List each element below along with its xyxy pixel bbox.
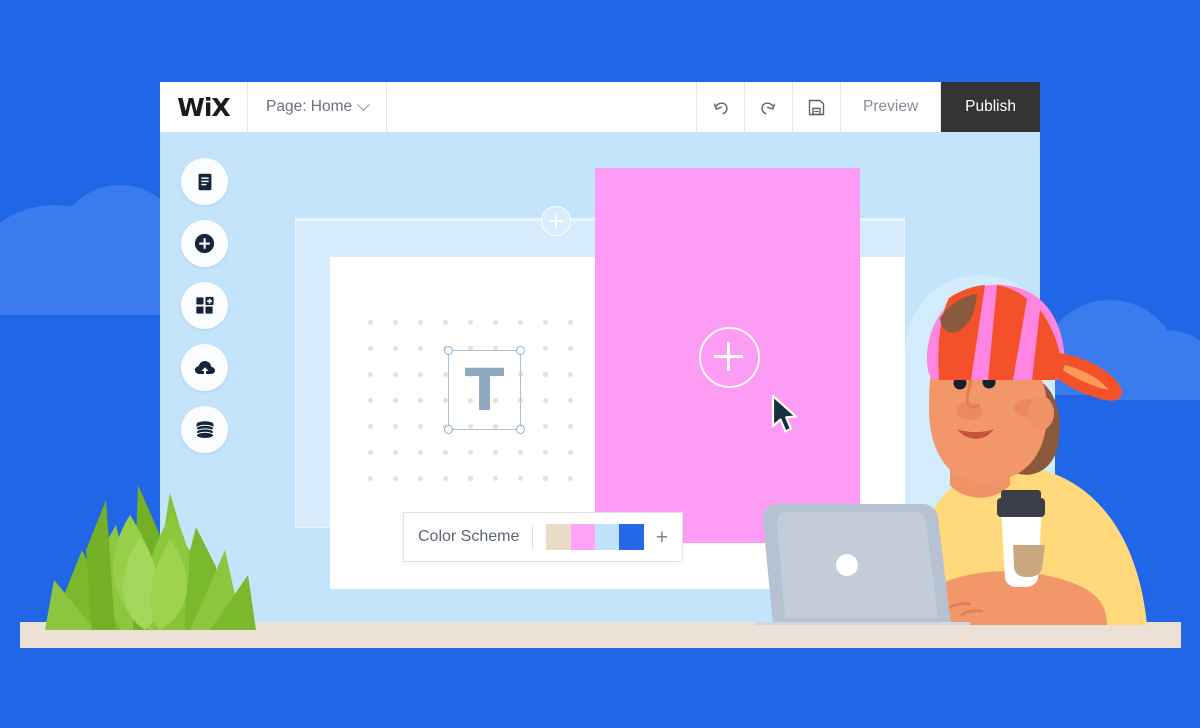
chevron-down-icon — [357, 97, 371, 111]
color-swatch-blue[interactable] — [619, 524, 644, 550]
grid-dot — [418, 346, 423, 351]
document-pages-icon — [198, 173, 211, 190]
preview-button[interactable]: Preview — [841, 82, 942, 132]
color-scheme-panel[interactable]: Color Scheme + — [403, 512, 683, 562]
ear — [1028, 396, 1054, 430]
grid-dot — [568, 424, 573, 429]
grid-dot — [393, 476, 398, 481]
grid-dot — [543, 476, 548, 481]
sidebar-item-content[interactable] — [181, 406, 228, 453]
grid-dot — [418, 476, 423, 481]
grid-plus-icon — [196, 296, 214, 314]
grid-dot — [418, 398, 423, 403]
editor-sidebar — [181, 158, 228, 453]
wix-logo[interactable]: WiX — [160, 82, 248, 132]
cloud-shape — [0, 235, 180, 315]
grid-dot — [418, 372, 423, 377]
editor-toolbar: WiX Page: Home Preview Publish — [160, 82, 1040, 132]
grid-dot — [368, 398, 373, 403]
toolbar-spacer — [387, 82, 698, 132]
sidebar-item-apps[interactable] — [181, 282, 228, 329]
grid-dot — [493, 320, 498, 325]
resize-handle-tr[interactable] — [516, 346, 525, 355]
page-selector[interactable]: Page: Home — [248, 82, 388, 132]
color-swatch-pink[interactable] — [570, 524, 595, 550]
grid-dot — [368, 372, 373, 377]
resize-handle-bl[interactable] — [444, 425, 453, 434]
publish-button-label: Publish — [965, 98, 1016, 115]
grid-dot — [418, 424, 423, 429]
grid-dot — [518, 450, 523, 455]
grid-dot — [518, 476, 523, 481]
plant-illustration — [45, 485, 256, 630]
grid-dot — [393, 320, 398, 325]
grid-dot — [368, 424, 373, 429]
resize-handle-br[interactable] — [516, 425, 525, 434]
grid-dot — [368, 320, 373, 325]
color-swatch-light-blue[interactable] — [594, 524, 620, 550]
grid-dot — [568, 372, 573, 377]
undo-arrow-icon — [713, 102, 728, 114]
grid-dot — [393, 346, 398, 351]
grid-dot — [443, 450, 448, 455]
grid-dot — [493, 476, 498, 481]
grid-dot — [543, 372, 548, 377]
grid-dot — [443, 320, 448, 325]
grid-dot — [393, 424, 398, 429]
grid-dot — [368, 450, 373, 455]
plus-circle-icon — [194, 233, 215, 254]
grid-dot — [543, 320, 548, 325]
floppy-disk-icon — [808, 99, 825, 115]
laptop-illustration — [755, 504, 970, 625]
screenshot-root: WiX Page: Home Preview Publish T Color S… — [0, 0, 1200, 728]
save-button[interactable] — [793, 82, 842, 132]
grid-dot — [393, 372, 398, 377]
sidebar-item-add[interactable] — [181, 220, 228, 267]
redo-button[interactable] — [745, 82, 794, 132]
grid-dot — [543, 398, 548, 403]
grid-dot — [543, 346, 548, 351]
color-swatch-beige[interactable] — [546, 524, 571, 550]
grid-dot — [493, 450, 498, 455]
grid-dot — [418, 450, 423, 455]
grid-dot — [568, 450, 573, 455]
grid-dot — [568, 346, 573, 351]
sidebar-item-media[interactable] — [181, 344, 228, 391]
grid-dot — [543, 424, 548, 429]
grid-dot — [393, 450, 398, 455]
database-icon — [195, 420, 214, 439]
add-color-button[interactable]: + — [656, 527, 668, 548]
grid-dot — [468, 476, 473, 481]
resize-handle-tl[interactable] — [444, 346, 453, 355]
grid-dot — [568, 398, 573, 403]
grid-dot — [568, 476, 573, 481]
text-element-selection-box — [444, 346, 525, 434]
plant-leaves — [45, 485, 256, 630]
grid-dot — [543, 450, 548, 455]
wix-logo-text: WiX — [177, 92, 230, 122]
grid-dot — [418, 320, 423, 325]
grid-dot — [518, 320, 523, 325]
grid-dot — [368, 346, 373, 351]
grid-dot — [568, 320, 573, 325]
grid-dot — [368, 476, 373, 481]
undo-button[interactable] — [697, 82, 746, 132]
grid-dot — [468, 450, 473, 455]
page-selector-label: Page: Home — [266, 98, 353, 115]
preview-button-label: Preview — [863, 98, 919, 115]
cloud-upload-icon — [194, 360, 215, 376]
grid-dot — [443, 476, 448, 481]
color-scheme-title: Color Scheme — [418, 528, 520, 545]
redo-arrow-icon — [761, 102, 776, 114]
add-section-button[interactable] — [541, 206, 571, 236]
panel-divider — [532, 524, 534, 550]
sidebar-item-pages[interactable] — [181, 158, 228, 205]
grid-dot — [393, 398, 398, 403]
publish-button[interactable]: Publish — [941, 82, 1040, 132]
grid-dot — [468, 320, 473, 325]
